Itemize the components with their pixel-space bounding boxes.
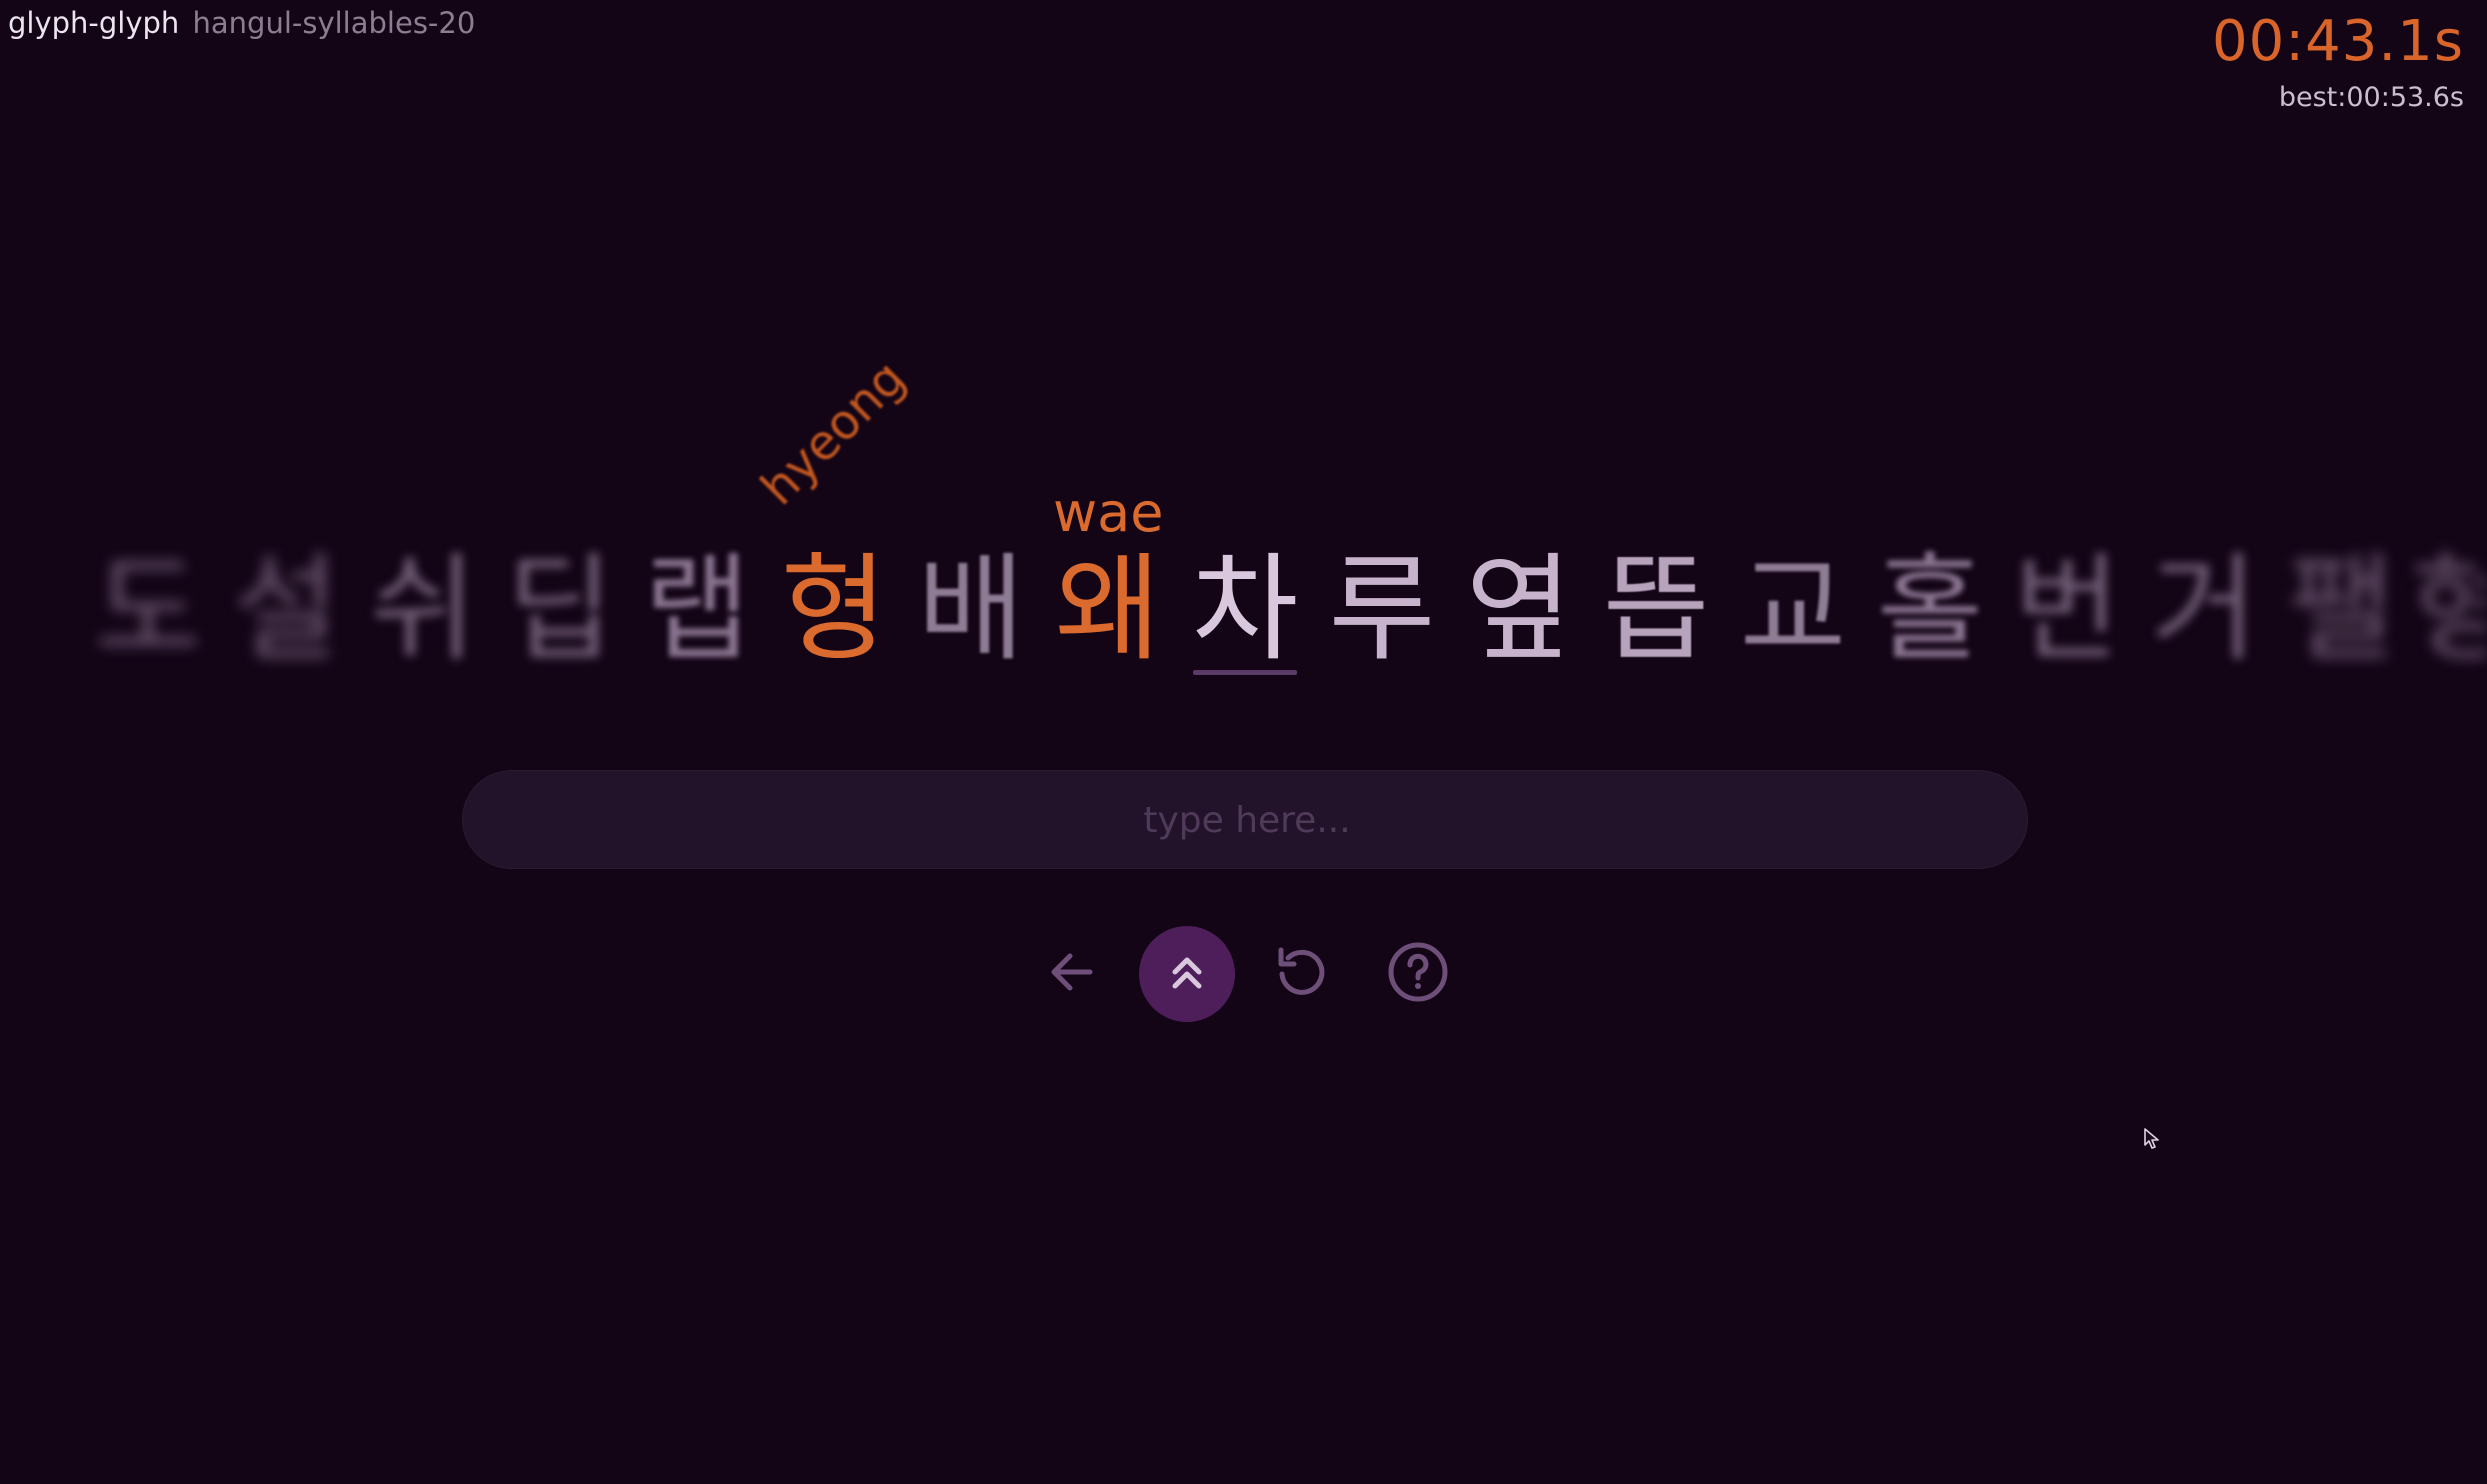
timer-panel: 00:43.1s best:00:53.6s [2212, 10, 2464, 114]
control-bar [0, 926, 2487, 1022]
back-button[interactable] [1024, 926, 1120, 1022]
app-title-bar: glyph-glyph hangul-syllables-20 [8, 6, 475, 40]
restart-icon [1272, 942, 1332, 1006]
glyph: 설 [232, 542, 340, 677]
glyph: 번 [2013, 542, 2121, 677]
mode-name: hangul-syllables-20 [192, 6, 476, 40]
best-time: best:00:53.6s [2278, 82, 2464, 113]
glyph: 팰 [2287, 542, 2395, 677]
glyph: 루 [1328, 542, 1436, 677]
current-glyph-underline [1193, 670, 1297, 675]
glyph: 형 [2410, 542, 2487, 677]
help-circle-icon [1386, 940, 1450, 1008]
double-chevron-up-icon [1163, 948, 1211, 1000]
glyph: 도 [94, 542, 202, 677]
glyph-done: 왜 [1054, 542, 1162, 677]
help-button[interactable] [1370, 926, 1466, 1022]
restart-button[interactable] [1254, 926, 1350, 1022]
arrow-left-icon [1044, 944, 1100, 1004]
answer-input[interactable] [462, 770, 2032, 871]
romanization-wae: wae [1053, 481, 1164, 544]
mouse-cursor-icon [2143, 1127, 2161, 1155]
glyph-strip: 도 설 쉬 딥 랩 형 배 왜 차 루 옆 뜹 교 홀 번 거 팰 형 [0, 540, 2487, 700]
skip-button[interactable] [1139, 926, 1235, 1022]
glyph: 배 [917, 542, 1025, 677]
romanization-hyeong: hyeong [750, 350, 917, 516]
glyph: 옆 [1465, 542, 1573, 677]
glyph: 딥 [506, 542, 614, 677]
glyph-done: 형 [780, 542, 888, 677]
answer-input-container [462, 770, 2032, 871]
glyph: 뜹 [1602, 542, 1710, 677]
app-name: glyph-glyph [8, 6, 180, 40]
glyph: 홀 [1876, 542, 1984, 677]
glyph: 교 [1739, 542, 1847, 677]
glyph: 쉬 [369, 542, 477, 677]
elapsed-timer: 00:43.1s [2212, 9, 2464, 74]
glyph: 랩 [643, 542, 751, 677]
glyph-current: 차 [1191, 542, 1299, 677]
glyph: 거 [2150, 542, 2258, 677]
